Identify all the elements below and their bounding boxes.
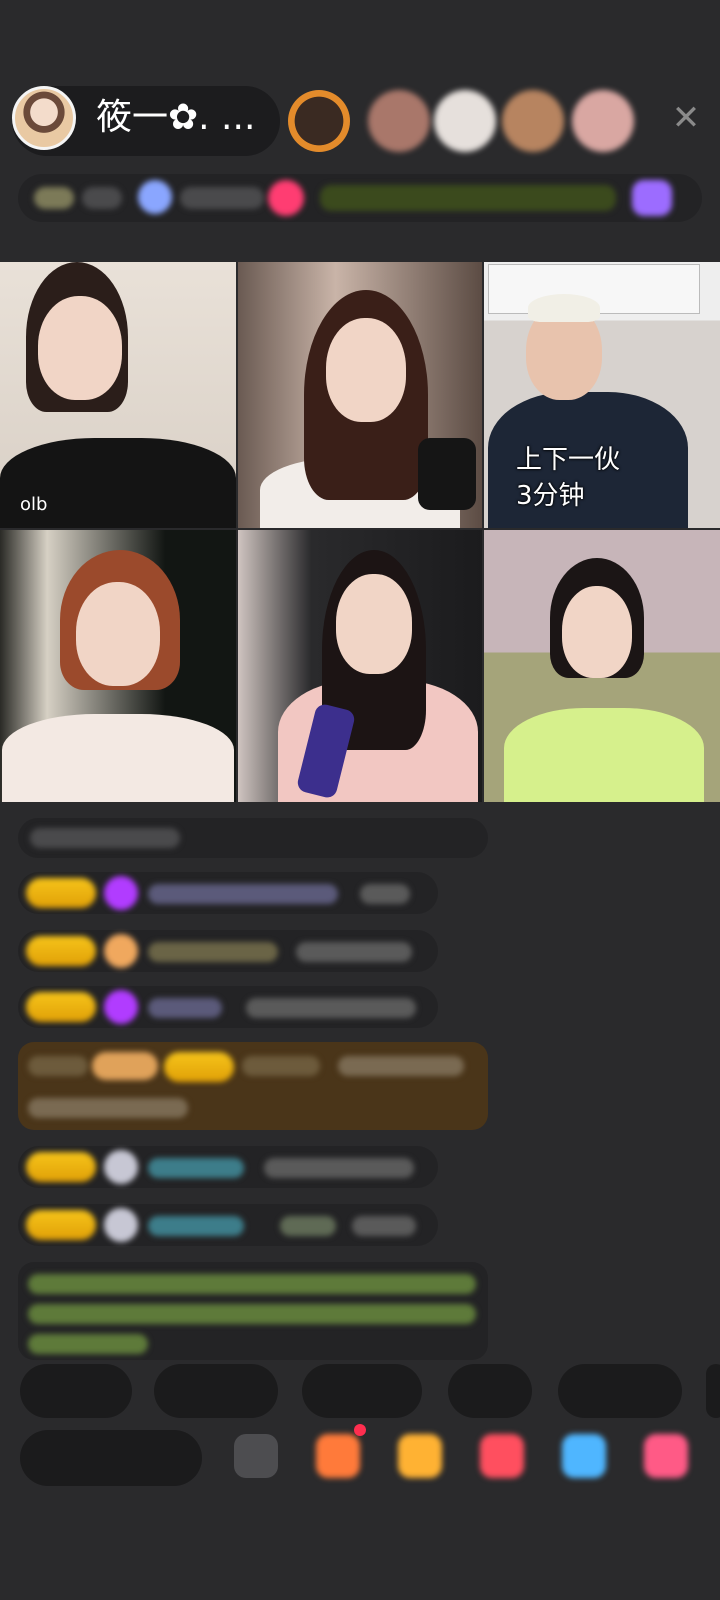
event-banner[interactable] [320,185,616,211]
viewer-avatar[interactable] [502,90,564,152]
host-name[interactable]: 筱一✿. ... [96,96,255,140]
viewer-avatar[interactable] [434,90,496,152]
quick-action-button[interactable] [302,1364,422,1418]
notification-dot [354,1424,366,1436]
rank-chip[interactable] [34,187,74,209]
user-avatar[interactable] [104,934,138,968]
streamer-figure [504,708,704,802]
video-feed-1[interactable]: ᴏlb [0,262,236,528]
event-icon[interactable] [632,180,672,216]
user-avatar[interactable] [104,1208,138,1242]
popularity-icon [138,180,172,214]
game-icon[interactable] [562,1434,606,1478]
level-badge [26,992,96,1022]
user-avatar[interactable] [104,876,138,910]
level-badge [26,1152,96,1182]
user-avatar[interactable] [104,990,138,1024]
streamer-figure [2,714,234,802]
gift-icon[interactable] [644,1434,688,1478]
level-badge [26,878,96,908]
quick-action-button[interactable] [20,1364,132,1418]
heart-gift-icon[interactable] [480,1434,524,1478]
fan-club-icon[interactable] [268,180,304,216]
quick-action-button[interactable] [558,1364,682,1418]
quick-action-button[interactable] [448,1364,532,1418]
microphone-icon [418,438,476,510]
level-badge [26,936,96,966]
viewer-avatar[interactable] [368,90,430,152]
emoji-icon[interactable] [234,1434,278,1478]
gift-box-icon[interactable] [316,1434,360,1478]
level-badge [164,1052,234,1082]
viewer-avatar[interactable] [288,90,350,152]
video-feed-4[interactable] [0,530,236,802]
video-feed-2[interactable] [238,262,482,528]
host-avatar[interactable] [12,86,76,150]
treasure-icon[interactable] [398,1434,442,1478]
video-caption: 上下一伙 3分钟 [516,445,621,511]
video-feed-5[interactable] [238,530,482,802]
close-icon[interactable]: ✕ [668,100,704,136]
channel-logo: ᴏlb [20,494,48,515]
video-feed-6[interactable] [484,530,720,802]
rank-text [82,187,122,209]
chat-input[interactable] [20,1430,202,1486]
viewer-avatar[interactable] [572,90,634,152]
user-avatar[interactable] [104,1150,138,1184]
quick-action-button[interactable] [154,1364,278,1418]
video-feed-3[interactable]: 上下一伙 3分钟 [484,262,720,528]
popularity-text [180,187,264,209]
quick-action-button[interactable] [706,1364,720,1418]
level-badge [26,1210,96,1240]
